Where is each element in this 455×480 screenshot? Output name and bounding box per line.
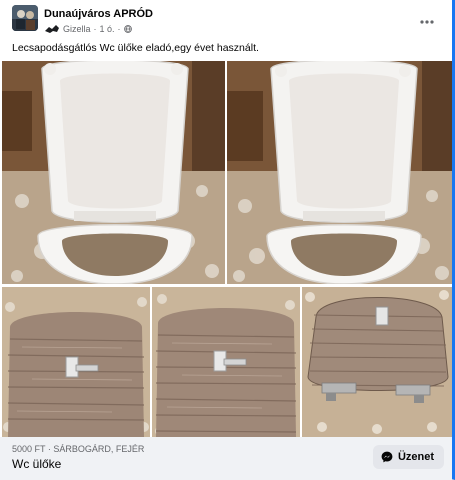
listing-title[interactable]: Wc ülőke [12, 457, 61, 471]
photo-2[interactable] [227, 61, 452, 284]
post-text: Lecsapodásgátlós Wc ülőke eladó,egy évet… [12, 42, 259, 54]
group-avatar[interactable] [12, 5, 38, 31]
meta-separator: · [93, 24, 97, 34]
photo-3[interactable] [2, 287, 150, 437]
globe-icon [123, 25, 132, 33]
photo-4[interactable] [152, 287, 300, 437]
group-name[interactable]: Dunaújváros APRÓD [44, 8, 153, 20]
listing-price-location: 5000 FT · SÁRBOGÁRD, FEJÉR [12, 444, 145, 454]
post-card: Dunaújváros APRÓD Gizella · 1 ó. · Lecsa… [0, 0, 455, 480]
more-options-icon [420, 11, 434, 29]
photo-1[interactable] [2, 61, 225, 284]
more-options-button[interactable] [416, 9, 438, 31]
author-avatar-icon[interactable] [44, 24, 60, 34]
listing-footer[interactable]: 5000 FT · SÁRBOGÁRD, FEJÉR Wc ülőke Üzen… [0, 437, 452, 480]
message-button[interactable]: Üzenet [372, 445, 444, 469]
post-time[interactable]: 1 ó. [100, 24, 115, 34]
photo-grid [2, 61, 452, 437]
post-meta: Gizella · 1 ó. · [44, 24, 132, 34]
messenger-icon [381, 451, 393, 463]
photo-5[interactable] [302, 287, 452, 437]
message-button-label: Üzenet [397, 451, 434, 463]
author-name[interactable]: Gizella [63, 24, 91, 34]
meta-separator-2: · [117, 24, 121, 34]
post-header: Dunaújváros APRÓD Gizella · 1 ó. · [12, 5, 442, 39]
